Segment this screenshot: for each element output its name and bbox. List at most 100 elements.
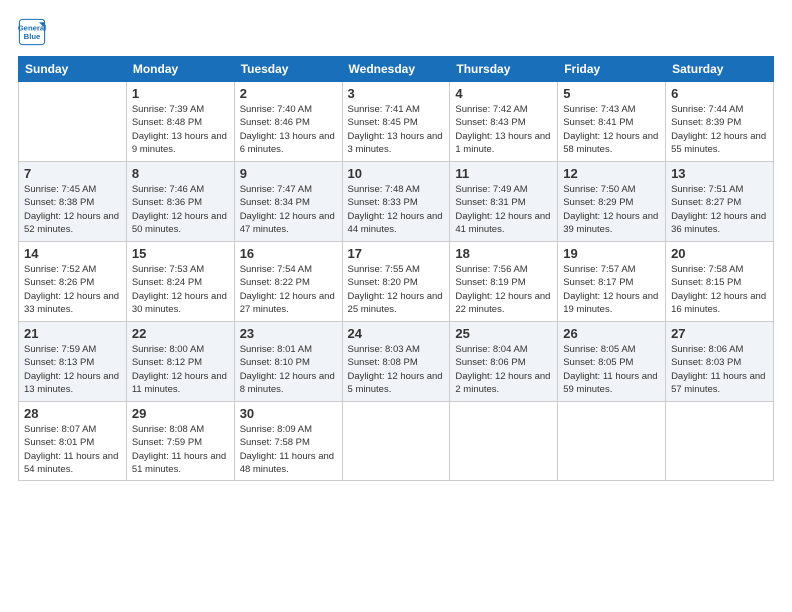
day-number: 21: [24, 326, 121, 341]
day-cell: 21 Sunrise: 7:59 AM Sunset: 8:13 PM Dayli…: [19, 322, 127, 402]
logo-icon: General Blue: [18, 18, 46, 46]
day-info: Sunrise: 7:40 AM Sunset: 8:46 PM Dayligh…: [240, 103, 337, 156]
day-info: Sunrise: 7:59 AM Sunset: 8:13 PM Dayligh…: [24, 343, 121, 396]
day-info: Sunrise: 8:05 AM Sunset: 8:05 PM Dayligh…: [563, 343, 660, 396]
day-number: 22: [132, 326, 229, 341]
day-cell: 22Sunrise: 8:00 AM Sunset: 8:12 PM Dayli…: [126, 322, 234, 402]
day-cell: 18Sunrise: 7:56 AM Sunset: 8:19 PM Dayli…: [450, 242, 558, 322]
week-row-2: 7 Sunrise: 7:45 AM Sunset: 8:38 PM Daylig…: [19, 162, 774, 242]
day-info: Sunrise: 7:54 AM Sunset: 8:22 PM Dayligh…: [240, 263, 337, 316]
day-info: Sunrise: 7:57 AM Sunset: 8:17 PM Dayligh…: [563, 263, 660, 316]
day-cell: 13 Sunrise: 7:51 AM Sunset: 8:27 PM Dayli…: [666, 162, 774, 242]
day-info: Sunrise: 8:07 AM Sunset: 8:01 PM Dayligh…: [24, 423, 121, 476]
day-cell: 19 Sunrise: 7:57 AM Sunset: 8:17 PM Dayli…: [558, 242, 666, 322]
day-info: Sunrise: 7:39 AM Sunset: 8:48 PM Dayligh…: [132, 103, 229, 156]
header: General Blue: [18, 18, 774, 46]
weekday-header-thursday: Thursday: [450, 57, 558, 82]
day-cell: 11Sunrise: 7:49 AM Sunset: 8:31 PM Dayli…: [450, 162, 558, 242]
day-info: Sunrise: 8:06 AM Sunset: 8:03 PM Dayligh…: [671, 343, 768, 396]
day-number: 6: [671, 86, 768, 101]
day-cell: 29Sunrise: 8:08 AM Sunset: 7:59 PM Dayli…: [126, 402, 234, 481]
day-cell: 17 Sunrise: 7:55 AM Sunset: 8:20 PM Dayli…: [342, 242, 450, 322]
day-info: Sunrise: 7:56 AM Sunset: 8:19 PM Dayligh…: [455, 263, 552, 316]
day-info: Sunrise: 8:01 AM Sunset: 8:10 PM Dayligh…: [240, 343, 337, 396]
day-number: 16: [240, 246, 337, 261]
day-cell: 16 Sunrise: 7:54 AM Sunset: 8:22 PM Dayli…: [234, 242, 342, 322]
day-number: 15: [132, 246, 229, 261]
day-number: 28: [24, 406, 121, 421]
day-number: 10: [348, 166, 445, 181]
day-cell: [666, 402, 774, 481]
day-info: Sunrise: 7:58 AM Sunset: 8:15 PM Dayligh…: [671, 263, 768, 316]
day-cell: 28 Sunrise: 8:07 AM Sunset: 8:01 PM Dayli…: [19, 402, 127, 481]
day-cell: [342, 402, 450, 481]
day-number: 17: [348, 246, 445, 261]
day-cell: [450, 402, 558, 481]
day-number: 19: [563, 246, 660, 261]
svg-text:Blue: Blue: [24, 32, 41, 41]
day-number: 25: [455, 326, 552, 341]
day-number: 24: [348, 326, 445, 341]
day-number: 7: [24, 166, 121, 181]
day-cell: 8 Sunrise: 7:46 AM Sunset: 8:36 PM Daylig…: [126, 162, 234, 242]
day-info: Sunrise: 7:55 AM Sunset: 8:20 PM Dayligh…: [348, 263, 445, 316]
weekday-header-monday: Monday: [126, 57, 234, 82]
day-number: 3: [348, 86, 445, 101]
day-info: Sunrise: 7:53 AM Sunset: 8:24 PM Dayligh…: [132, 263, 229, 316]
day-cell: 4 Sunrise: 7:42 AM Sunset: 8:43 PM Daylig…: [450, 82, 558, 162]
day-number: 13: [671, 166, 768, 181]
day-number: 30: [240, 406, 337, 421]
day-number: 9: [240, 166, 337, 181]
day-info: Sunrise: 8:09 AM Sunset: 7:58 PM Dayligh…: [240, 423, 337, 476]
week-row-4: 21 Sunrise: 7:59 AM Sunset: 8:13 PM Dayli…: [19, 322, 774, 402]
day-cell: 20Sunrise: 7:58 AM Sunset: 8:15 PM Dayli…: [666, 242, 774, 322]
day-cell: 1 Sunrise: 7:39 AM Sunset: 8:48 PM Daylig…: [126, 82, 234, 162]
day-info: Sunrise: 7:52 AM Sunset: 8:26 PM Dayligh…: [24, 263, 121, 316]
day-info: Sunrise: 7:43 AM Sunset: 8:41 PM Dayligh…: [563, 103, 660, 156]
weekday-header-tuesday: Tuesday: [234, 57, 342, 82]
day-info: Sunrise: 7:45 AM Sunset: 8:38 PM Dayligh…: [24, 183, 121, 236]
week-row-1: 1 Sunrise: 7:39 AM Sunset: 8:48 PM Daylig…: [19, 82, 774, 162]
day-info: Sunrise: 7:46 AM Sunset: 8:36 PM Dayligh…: [132, 183, 229, 236]
week-row-3: 14 Sunrise: 7:52 AM Sunset: 8:26 PM Dayli…: [19, 242, 774, 322]
day-info: Sunrise: 7:44 AM Sunset: 8:39 PM Dayligh…: [671, 103, 768, 156]
day-number: 14: [24, 246, 121, 261]
day-cell: 23 Sunrise: 8:01 AM Sunset: 8:10 PM Dayli…: [234, 322, 342, 402]
day-info: Sunrise: 8:04 AM Sunset: 8:06 PM Dayligh…: [455, 343, 552, 396]
day-cell: 24 Sunrise: 8:03 AM Sunset: 8:08 PM Dayli…: [342, 322, 450, 402]
day-number: 8: [132, 166, 229, 181]
day-cell: 2 Sunrise: 7:40 AM Sunset: 8:46 PM Daylig…: [234, 82, 342, 162]
day-number: 12: [563, 166, 660, 181]
day-cell: 6 Sunrise: 7:44 AM Sunset: 8:39 PM Daylig…: [666, 82, 774, 162]
day-info: Sunrise: 7:47 AM Sunset: 8:34 PM Dayligh…: [240, 183, 337, 236]
day-info: Sunrise: 8:03 AM Sunset: 8:08 PM Dayligh…: [348, 343, 445, 396]
day-cell: 26Sunrise: 8:05 AM Sunset: 8:05 PM Dayli…: [558, 322, 666, 402]
day-cell: 9 Sunrise: 7:47 AM Sunset: 8:34 PM Daylig…: [234, 162, 342, 242]
day-info: Sunrise: 8:08 AM Sunset: 7:59 PM Dayligh…: [132, 423, 229, 476]
day-cell: 15 Sunrise: 7:53 AM Sunset: 8:24 PM Dayli…: [126, 242, 234, 322]
weekday-header-wednesday: Wednesday: [342, 57, 450, 82]
calendar-table: SundayMondayTuesdayWednesdayThursdayFrid…: [18, 56, 774, 481]
day-number: 27: [671, 326, 768, 341]
day-cell: 3 Sunrise: 7:41 AM Sunset: 8:45 PM Daylig…: [342, 82, 450, 162]
day-cell: 12Sunrise: 7:50 AM Sunset: 8:29 PM Dayli…: [558, 162, 666, 242]
day-cell: 10 Sunrise: 7:48 AM Sunset: 8:33 PM Dayli…: [342, 162, 450, 242]
day-info: Sunrise: 7:49 AM Sunset: 8:31 PM Dayligh…: [455, 183, 552, 236]
day-cell: 5Sunrise: 7:43 AM Sunset: 8:41 PM Daylig…: [558, 82, 666, 162]
weekday-header-sunday: Sunday: [19, 57, 127, 82]
day-info: Sunrise: 7:41 AM Sunset: 8:45 PM Dayligh…: [348, 103, 445, 156]
day-number: 4: [455, 86, 552, 101]
header-row: SundayMondayTuesdayWednesdayThursdayFrid…: [19, 57, 774, 82]
day-number: 2: [240, 86, 337, 101]
day-info: Sunrise: 7:48 AM Sunset: 8:33 PM Dayligh…: [348, 183, 445, 236]
day-cell: 7 Sunrise: 7:45 AM Sunset: 8:38 PM Daylig…: [19, 162, 127, 242]
day-cell: 27 Sunrise: 8:06 AM Sunset: 8:03 PM Dayli…: [666, 322, 774, 402]
calendar-page: General Blue SundayMondayTuesdayWednesda…: [0, 0, 792, 612]
day-cell: 25 Sunrise: 8:04 AM Sunset: 8:06 PM Dayli…: [450, 322, 558, 402]
day-number: 1: [132, 86, 229, 101]
weekday-header-saturday: Saturday: [666, 57, 774, 82]
day-info: Sunrise: 7:51 AM Sunset: 8:27 PM Dayligh…: [671, 183, 768, 236]
day-info: Sunrise: 7:42 AM Sunset: 8:43 PM Dayligh…: [455, 103, 552, 156]
day-cell: [558, 402, 666, 481]
day-number: 23: [240, 326, 337, 341]
